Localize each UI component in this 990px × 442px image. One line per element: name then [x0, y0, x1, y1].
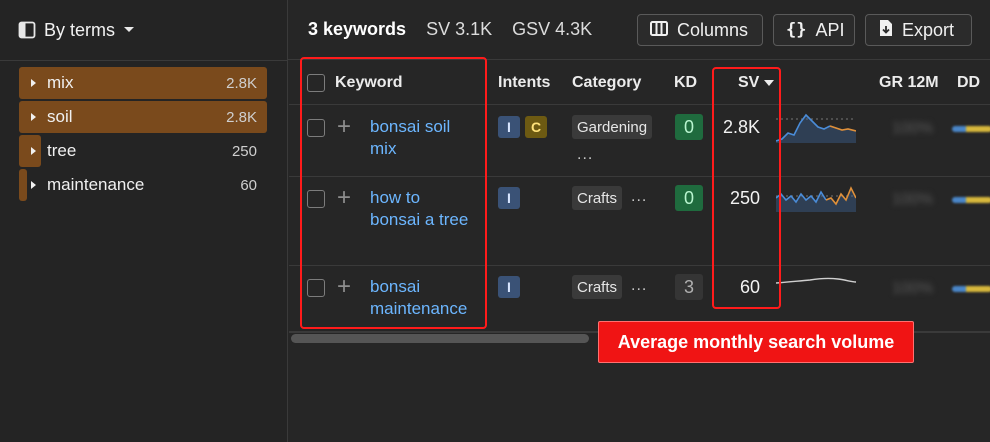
table-row: + how to bonsai a tree I Crafts ... 0 25… — [289, 178, 990, 266]
keywords-count: 3 keywords — [308, 19, 407, 39]
caret-right-icon — [19, 78, 47, 88]
term-label: soil — [47, 107, 73, 126]
gr12m-value: 100% — [892, 280, 933, 297]
sv-trend-sparkline[interactable] — [776, 111, 856, 143]
sv-callout-label: Average monthly search volume — [598, 321, 914, 363]
sv-header-label: SV — [738, 74, 760, 91]
term-label: mix — [47, 73, 74, 92]
term-item-mix[interactable]: mix 2.8K — [19, 67, 267, 99]
term-count: 2.8K — [226, 74, 257, 92]
column-header-gr12m[interactable]: GR 12M — [879, 74, 939, 92]
intent-badge-commercial: C — [525, 116, 547, 138]
terms-sidebar: By terms mix 2.8K soil 2.8K tree 250 mai — [0, 0, 288, 442]
term-count: 2.8K — [226, 108, 257, 126]
select-all-checkbox[interactable] — [307, 74, 325, 92]
row-checkbox[interactable] — [307, 119, 325, 137]
keyword-text-line2: mix — [370, 139, 397, 158]
caret-right-icon — [19, 146, 47, 156]
category-more[interactable]: ... — [577, 146, 593, 164]
add-keyword-icon[interactable]: + — [337, 186, 351, 210]
term-item-soil[interactable]: soil 2.8K — [19, 101, 267, 133]
download-icon — [878, 19, 893, 42]
results-summary: 3 keywords SV 3.1K GSV 4.3K — [308, 19, 592, 40]
sort-desc-icon — [764, 74, 775, 92]
column-header-intents[interactable]: Intents — [498, 74, 550, 92]
category-more[interactable]: ... — [631, 277, 647, 295]
intent-badge-informational: I — [498, 187, 520, 209]
term-item-maintenance[interactable]: maintenance 60 — [19, 169, 267, 201]
category-tag: Crafts — [572, 186, 623, 210]
row-checkbox[interactable] — [307, 190, 325, 208]
sv-total: SV 3.1K — [426, 19, 493, 39]
group-by-label: By terms — [44, 19, 116, 40]
dd-bar — [952, 197, 990, 203]
add-keyword-icon[interactable]: + — [337, 115, 351, 139]
keyword-text-line2: bonsai a tree — [370, 210, 469, 229]
term-label: tree — [47, 141, 77, 160]
kd-badge: 3 — [675, 274, 703, 300]
intent-badge-informational: I — [498, 116, 520, 138]
sidebar-divider — [0, 60, 287, 61]
sv-value: 60 — [739, 277, 760, 297]
term-count: 60 — [240, 176, 257, 194]
intent-badge-informational: I — [498, 276, 520, 298]
keyword-link[interactable]: bonsai soil mix — [370, 116, 450, 160]
table-row: + bonsai soil mix I C Gardening ... 0 2.… — [289, 106, 990, 177]
column-header-category[interactable]: Category — [572, 74, 641, 92]
api-button[interactable]: {} API — [773, 14, 855, 46]
kd-badge: 0 — [675, 185, 703, 211]
keyword-text-line1: bonsai — [370, 277, 421, 296]
sv-trend-sparkline[interactable] — [776, 273, 856, 291]
sv-trend-sparkline[interactable] — [776, 184, 856, 212]
keyword-link[interactable]: how to bonsai a tree — [370, 187, 468, 231]
gr12m-value: 100% — [892, 120, 933, 137]
category-more[interactable]: ... — [631, 188, 647, 206]
sv-value: 250 — [729, 188, 760, 208]
kd-badge: 0 — [675, 114, 703, 140]
keyword-text-line1: bonsai soil — [370, 117, 451, 136]
term-item-tree[interactable]: tree 250 — [19, 135, 267, 167]
add-keyword-icon[interactable]: + — [337, 275, 351, 299]
group-by-dropdown[interactable]: By terms — [18, 18, 135, 42]
dd-bar — [952, 286, 990, 292]
results-toolbar: 3 keywords SV 3.1K GSV 4.3K Columns {} A… — [288, 0, 990, 60]
column-header-kd[interactable]: KD — [674, 74, 697, 92]
column-header-dd[interactable]: DD — [957, 74, 980, 92]
term-label: maintenance — [47, 175, 145, 194]
caret-right-icon — [19, 180, 47, 190]
category-tag: Crafts — [572, 275, 623, 299]
export-label: Export — [902, 19, 955, 40]
export-button[interactable]: Export — [865, 14, 972, 46]
chevron-down-icon — [123, 26, 135, 34]
table-header: Keyword Intents Category KD SV GR 12M DD — [289, 61, 990, 105]
columns-button[interactable]: Columns — [637, 14, 763, 46]
category-tag: Gardening — [572, 115, 653, 139]
gr12m-value: 100% — [892, 191, 933, 208]
gsv-total: GSV 4.3K — [512, 19, 593, 39]
sv-value: 2.8K — [722, 117, 760, 137]
keyword-link[interactable]: bonsai maintenance — [370, 276, 467, 320]
keyword-text-line1: how to — [370, 188, 421, 207]
column-header-keyword[interactable]: Keyword — [335, 74, 403, 92]
term-count: 250 — [231, 142, 257, 160]
dd-bar — [952, 126, 990, 132]
code-braces-icon: {} — [786, 20, 807, 40]
api-label: API — [815, 19, 845, 40]
columns-label: Columns — [677, 19, 749, 40]
horizontal-scrollbar[interactable] — [291, 334, 589, 343]
row-checkbox[interactable] — [307, 279, 325, 297]
sidebar-panel-icon — [18, 21, 36, 39]
keyword-text-line2: maintenance — [370, 299, 468, 318]
column-header-sv[interactable]: SV — [738, 74, 775, 92]
columns-icon — [650, 20, 668, 41]
term-list: mix 2.8K soil 2.8K tree 250 maintenance … — [19, 67, 267, 203]
caret-right-icon — [19, 112, 47, 122]
